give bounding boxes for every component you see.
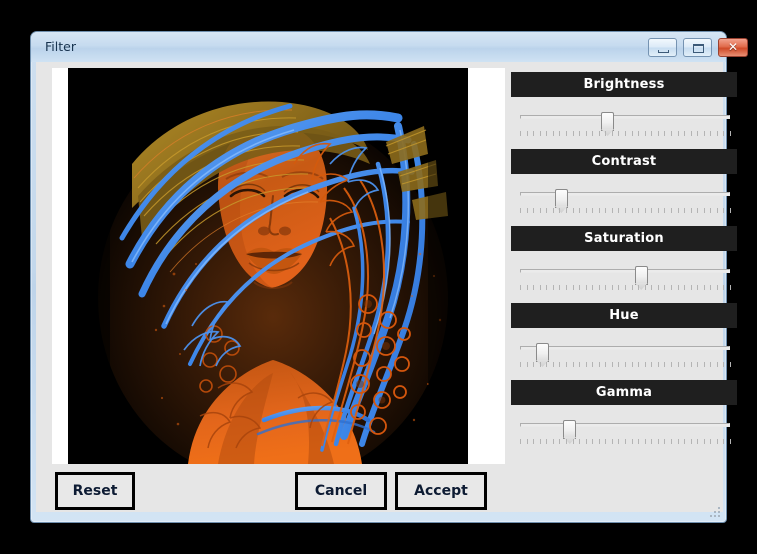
control-group-hue: Hue [511, 303, 737, 376]
control-group-contrast: Contrast [511, 149, 737, 222]
maximize-button[interactable] [683, 38, 712, 57]
filter-window: Filter ✕ Brightness Contrast Saturation … [30, 31, 748, 523]
slider-ticks-contrast [520, 208, 731, 214]
label-contrast: Contrast [511, 149, 737, 174]
slider-thumb-saturation[interactable] [634, 266, 648, 285]
maximize-icon [693, 44, 704, 53]
slider-track-saturation[interactable] [520, 266, 730, 285]
control-group-gamma: Gamma [511, 380, 737, 453]
dialog-client-area: Brightness Contrast Saturation Hue Gamma Res… [36, 62, 737, 512]
reset-button[interactable]: Reset [55, 472, 135, 510]
slider-thumb-contrast[interactable] [554, 189, 568, 208]
slider-ticks-hue [520, 362, 731, 368]
slider-hue[interactable] [511, 340, 737, 376]
control-group-saturation: Saturation [511, 226, 737, 299]
control-group-brightness: Brightness [511, 72, 737, 145]
slider-thumb-hue[interactable] [536, 343, 549, 362]
title-bar[interactable]: Filter ✕ [31, 32, 748, 62]
image-preview-panel [52, 68, 505, 464]
slider-ticks-brightness [520, 131, 731, 137]
slider-track-brightness[interactable] [520, 112, 730, 131]
slider-thumb-brightness[interactable] [601, 112, 615, 131]
window-title: Filter [45, 39, 76, 54]
close-button[interactable]: ✕ [718, 38, 748, 57]
label-saturation: Saturation [511, 226, 737, 251]
cancel-button[interactable]: Cancel [295, 472, 387, 510]
slider-thumb-gamma[interactable] [563, 420, 577, 439]
close-icon: ✕ [727, 40, 739, 54]
resize-grip[interactable] [708, 505, 722, 519]
minimize-icon [658, 50, 669, 53]
accept-button[interactable]: Accept [395, 472, 487, 510]
slider-track-hue[interactable] [520, 343, 730, 362]
slider-track-gamma[interactable] [520, 420, 730, 439]
slider-ticks-gamma [520, 439, 731, 445]
slider-track-contrast[interactable] [520, 189, 730, 208]
label-brightness: Brightness [511, 72, 737, 97]
slider-brightness[interactable] [511, 109, 737, 145]
label-hue: Hue [511, 303, 737, 328]
slider-saturation[interactable] [511, 263, 737, 299]
slider-gamma[interactable] [511, 417, 737, 453]
slider-contrast[interactable] [511, 186, 737, 222]
label-gamma: Gamma [511, 380, 737, 405]
preview-image [68, 68, 468, 464]
minimize-button[interactable] [648, 38, 677, 57]
filter-controls: Brightness Contrast Saturation Hue Gamma [511, 72, 737, 462]
slider-ticks-saturation [520, 285, 731, 291]
